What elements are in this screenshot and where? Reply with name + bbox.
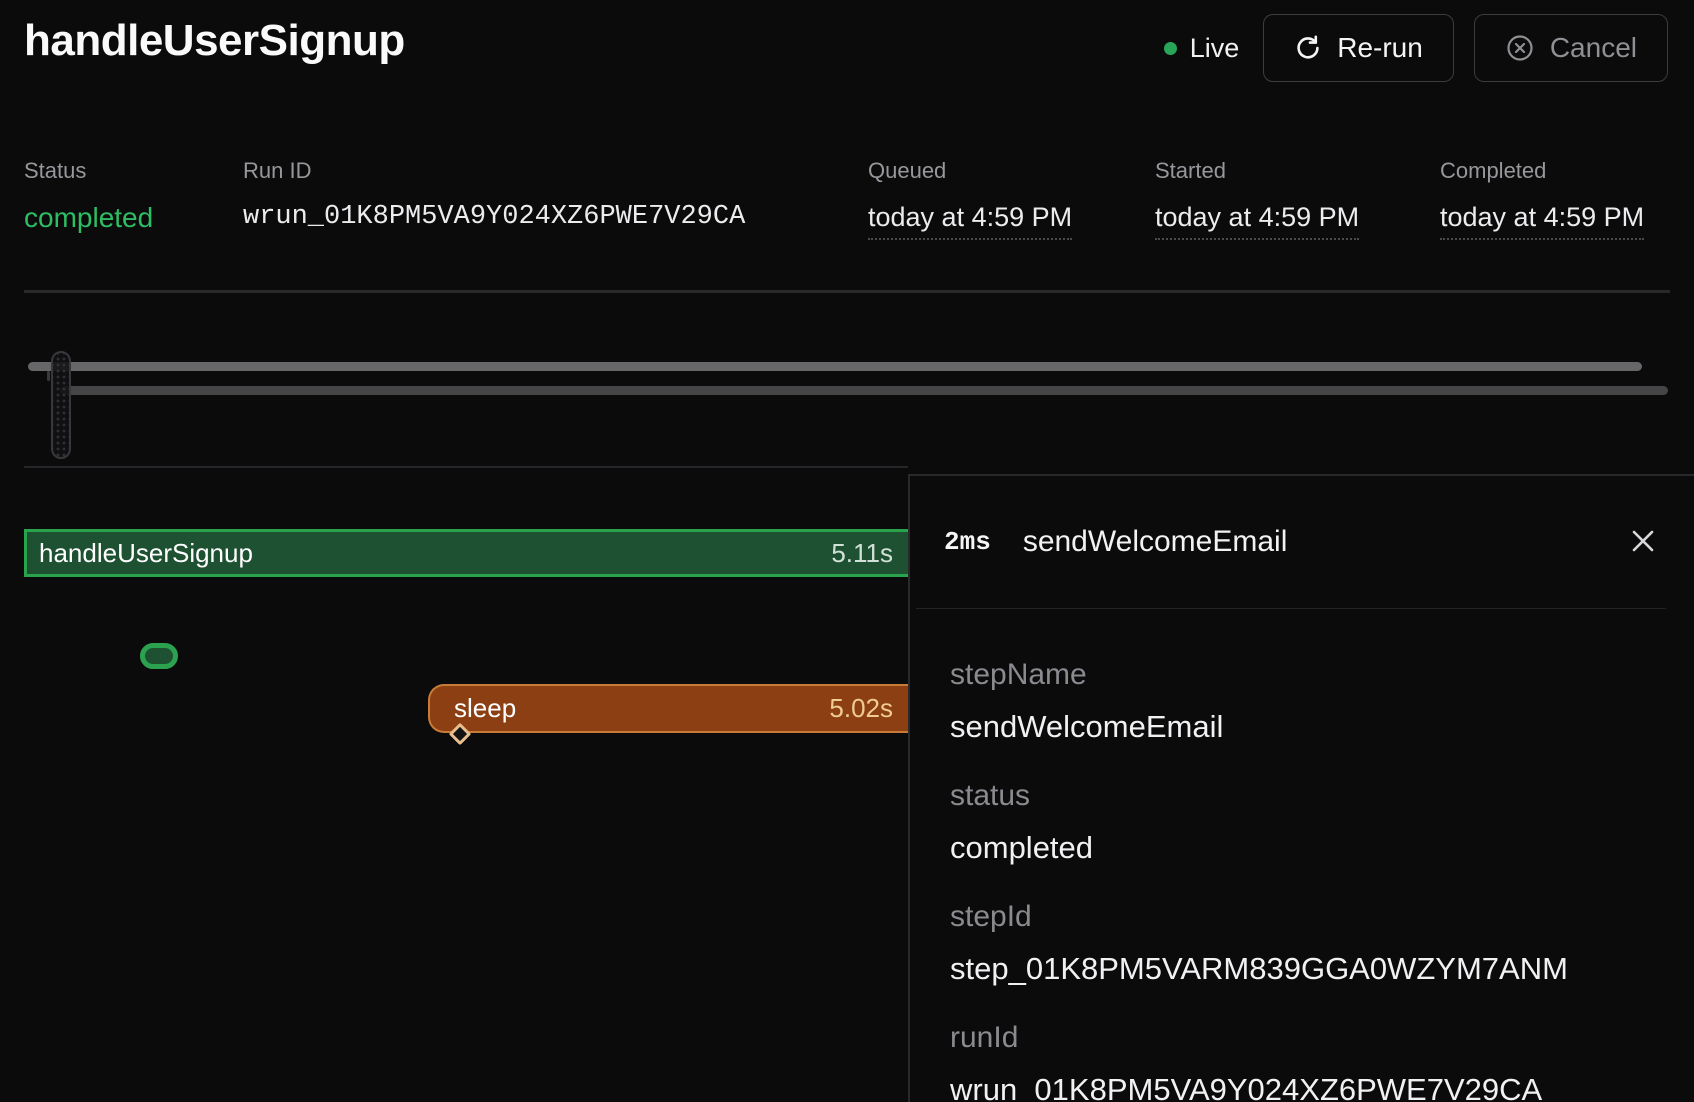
field-run-id: runId wrun_01K8PM5VA9Y024XZ6PWE7V29CA: [950, 1020, 1654, 1102]
cancel-label: Cancel: [1550, 32, 1637, 64]
meta-status: Status completed: [24, 158, 153, 234]
run-id-label: Run ID: [243, 158, 745, 184]
cancel-circle-x-icon: [1505, 33, 1535, 63]
live-dot-icon: [1164, 42, 1177, 55]
trace-top-divider: [24, 466, 908, 468]
started-label: Started: [1155, 158, 1359, 184]
sleep-span-label: sleep: [454, 693, 516, 724]
queued-label: Queued: [868, 158, 1072, 184]
field-value: completed: [950, 828, 1654, 867]
workflow-run-page: handleUserSignup Live Re-run Cancel: [0, 0, 1694, 1102]
meta-queued: Queued today at 4:59 PM: [868, 158, 1072, 240]
field-step-id: stepId step_01K8PM5VARM839GGA0WZYM7ANM: [950, 899, 1654, 988]
rerun-icon: [1294, 34, 1322, 62]
top-controls: Live Re-run Cancel: [1164, 14, 1668, 82]
status-label: Status: [24, 158, 153, 184]
field-status: status completed: [950, 778, 1654, 867]
step-marker-pill[interactable]: [140, 643, 178, 669]
meta-run-id: Run ID wrun_01K8PM5VA9Y024XZ6PWE7V29CA: [243, 158, 745, 232]
timeline-scrubber-handle[interactable]: [51, 351, 71, 459]
field-value: sendWelcomeEmail: [950, 707, 1654, 746]
panel-step-title: sendWelcomeEmail: [1023, 525, 1288, 559]
panel-step-duration: 2ms: [944, 527, 991, 557]
close-icon: [1627, 525, 1659, 560]
field-step-name: stepName sendWelcomeEmail: [950, 657, 1654, 746]
cancel-button[interactable]: Cancel: [1474, 14, 1668, 82]
header-divider: [24, 290, 1670, 293]
run-id-value: wrun_01K8PM5VA9Y024XZ6PWE7V29CA: [243, 202, 745, 232]
meta-completed: Completed today at 4:59 PM: [1440, 158, 1644, 240]
field-label: runId: [950, 1020, 1654, 1056]
field-label: stepName: [950, 657, 1654, 693]
minimap-sleep-span-bar: [60, 386, 1668, 395]
live-indicator[interactable]: Live: [1164, 33, 1240, 64]
completed-value: today at 4:59 PM: [1440, 202, 1644, 240]
meta-started: Started today at 4:59 PM: [1155, 158, 1359, 240]
rerun-button[interactable]: Re-run: [1263, 14, 1454, 82]
live-label: Live: [1190, 33, 1240, 64]
field-label: status: [950, 778, 1654, 814]
trace-span-sleep[interactable]: sleep 5.02s: [428, 684, 908, 733]
step-detail-panel: 2ms sendWelcomeEmail stepName sendWelcom…: [908, 474, 1694, 1102]
root-span-label: handleUserSignup: [39, 538, 253, 569]
field-value: wrun_01K8PM5VA9Y024XZ6PWE7V29CA: [950, 1070, 1654, 1102]
trace-span-root[interactable]: handleUserSignup 5.11s: [24, 529, 908, 577]
field-value: step_01K8PM5VARM839GGA0WZYM7ANM: [950, 949, 1654, 988]
completed-label: Completed: [1440, 158, 1644, 184]
queued-value: today at 4:59 PM: [868, 202, 1072, 240]
panel-close-button[interactable]: [1620, 519, 1666, 565]
sleep-span-duration: 5.02s: [829, 693, 893, 724]
status-value: completed: [24, 202, 153, 234]
rerun-label: Re-run: [1337, 32, 1423, 64]
panel-fields: stepName sendWelcomeEmail status complet…: [910, 609, 1694, 1102]
started-value: today at 4:59 PM: [1155, 202, 1359, 240]
minimap-root-span-bar: [28, 362, 1642, 371]
scrubber-notch: [47, 371, 50, 381]
root-span-duration: 5.11s: [831, 538, 893, 569]
page-title: handleUserSignup: [24, 16, 405, 66]
panel-header: 2ms sendWelcomeEmail: [910, 476, 1694, 608]
field-label: stepId: [950, 899, 1654, 935]
